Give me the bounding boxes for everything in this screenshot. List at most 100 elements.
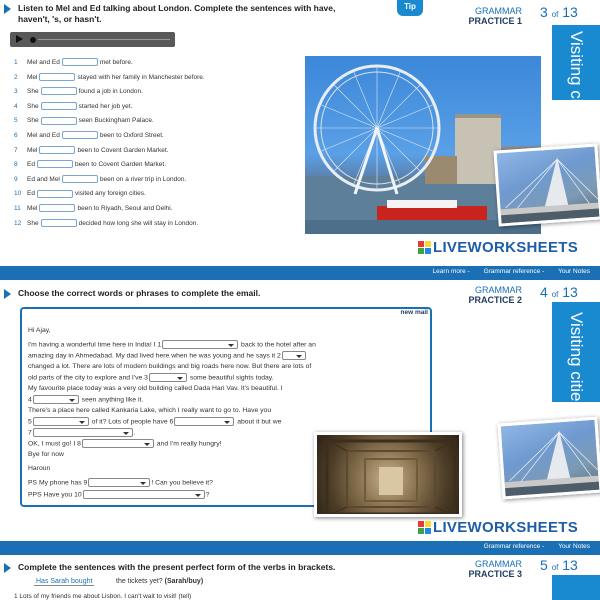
instruction: Complete the sentences with the present … [18,562,336,572]
email-line: 5 of it? Lots of people have 6 about it … [28,417,282,426]
sentence-subject: Ed and Mel [27,175,60,183]
sentence-rest: stayed with her family in Manchester bef… [77,73,205,81]
dropdown-8[interactable] [81,439,154,448]
grammar-practice-label: GRAMMAR PRACTICE 3 [468,559,522,579]
sentence-number: 12 [14,219,22,227]
audio-track[interactable] [38,39,170,40]
email-line: changed a lot. There are lots of modern … [28,363,312,370]
sentence-subject: Mel and Ed [27,59,60,66]
sentence-1-partial: 1 Lots of my friends me about Lisbon. I … [14,593,192,600]
learn-more-link[interactable]: Learn more - [433,268,470,275]
liveworksheets-logo: LIVEWORKSHEETS [418,519,578,536]
email-greeting: Hi Ajay, [28,327,51,334]
answer-input[interactable] [40,116,77,125]
sentence-number: 8 [14,161,18,169]
sentence-row: 1 Mel and Ed met before. [14,58,133,67]
play-icon[interactable] [16,35,23,43]
sentence-number: 1 [14,59,18,66]
sentence-number: 10 [14,190,22,198]
sentence-row: 5 She seen Buckingham Palace. [14,116,154,125]
email-line: My favourite place today was a very old … [28,385,283,392]
sentence-row: 9 Ed and Mel been on a river trip in Londo… [14,175,186,184]
sentence-subject: Mel [27,73,38,81]
stepwell-photo [314,432,462,517]
liveworksheets-logo: LIVEWORKSHEETS [418,239,578,256]
sentence-row: 4 She started her job yet. [14,102,132,111]
sentence-row: 8 Ed been to Covent Garden Market. [14,160,166,169]
sentence-subject: Mel [27,146,38,154]
seek-handle[interactable] [30,37,36,43]
answer-input[interactable] [61,58,98,67]
side-tab-visiting-cities[interactable]: Visiting cities [552,302,600,410]
bridge-photo [497,416,600,500]
sentence-row: 7 Mel been to Covent Garden Market. [14,145,169,155]
sentence-rest: been to Covent Garden Market. [77,146,169,154]
sentence-number: 4 [14,102,18,110]
sentence-number: 11 [14,205,21,212]
answer-input[interactable] [40,218,77,227]
dropdown-9[interactable] [88,478,151,487]
email-line: I'm having a wonderful time here in Indi… [28,340,316,349]
page-counter: 3 of 13 [540,4,578,20]
sentence-subject: Ed [27,190,35,198]
answer-input[interactable] [61,175,98,184]
email-line: OK, I must go! I 8 and I'm really hungry… [28,439,222,448]
sentence-rest: found a job in London. [78,88,143,96]
sentence-subject: She [27,102,39,110]
new-mail-label: new mail [400,309,428,316]
grammar-practice-label: GRAMMAR PRACTICE 1 [468,6,522,26]
dropdown-3[interactable] [148,373,187,382]
dropdown-5[interactable] [32,417,89,426]
dropdown-6[interactable] [174,417,235,426]
sentence-subject: Ed [27,161,35,169]
sentence-row: 3 She found a job in London. [14,87,143,96]
footer-bar: Grammar reference - Your Notes [0,541,600,555]
sentence-number: 5 [14,117,18,125]
answer-input[interactable] [36,189,73,198]
tip-button[interactable]: Tip [397,0,423,16]
grammar-reference-link[interactable]: Grammar reference - [484,543,545,550]
sentence-subject: She [27,88,39,96]
email-signoff: Bye for now [28,451,64,458]
grammar-reference-link[interactable]: Grammar reference - [484,268,545,275]
answer-input[interactable] [39,145,76,154]
answer-input[interactable] [61,131,98,140]
sentence-number: 9 [14,175,18,183]
example-answer: Has Sarah bought [34,578,95,586]
side-tab-visiting-cities[interactable] [552,575,600,600]
your-notes-link[interactable]: Your Notes [558,543,590,550]
answer-input[interactable] [40,87,77,96]
sentence-number: 7 [14,146,18,154]
dropdown-2[interactable] [281,351,306,360]
dropdown-1[interactable] [162,340,239,349]
dropdown-4[interactable] [32,395,79,404]
email-line: There's a place here called Kankaria Lak… [28,407,272,414]
sentence-row: 11 Mel been to Riyadh, Seoul and Delhi. [14,204,173,213]
sentence-rest: been to Oxford Street. [99,132,164,139]
page-counter: 4 of 13 [540,284,578,300]
answer-input[interactable] [40,102,77,111]
bullet-arrow-icon [4,4,11,14]
bridge-photo [493,143,600,227]
your-notes-link[interactable]: Your Notes [558,268,590,275]
dropdown-7[interactable] [32,428,133,437]
sentence-rest: been on a river trip in London. [99,175,187,183]
sentence-number: 2 [14,73,18,81]
sentence-rest: met before. [99,59,133,66]
sentence-subject: Mel and Ed [27,132,60,139]
answer-input[interactable] [36,160,73,169]
email-line: PPS Have you 10? [28,490,210,499]
footer-bar: Learn more - Grammar reference - Your No… [0,266,600,280]
side-tab-visiting-cities[interactable]: Visiting cities [552,25,600,129]
sentence-row: 12 She decided how long she will stay in L… [14,218,198,228]
sentence-subject: She [27,117,39,125]
answer-input[interactable] [39,204,76,213]
dropdown-10[interactable] [82,490,205,499]
bullet-arrow-icon [4,563,11,573]
email-line: amazing day in Ahmedabad. My dad lived h… [28,351,307,360]
email-name: Haroun [28,465,51,472]
answer-input[interactable] [39,72,76,81]
instruction: Choose the correct words or phrases to c… [18,288,261,298]
audio-player[interactable] [10,32,175,47]
sentence-row: 2 Mel stayed with her family in Manchester… [14,72,205,82]
